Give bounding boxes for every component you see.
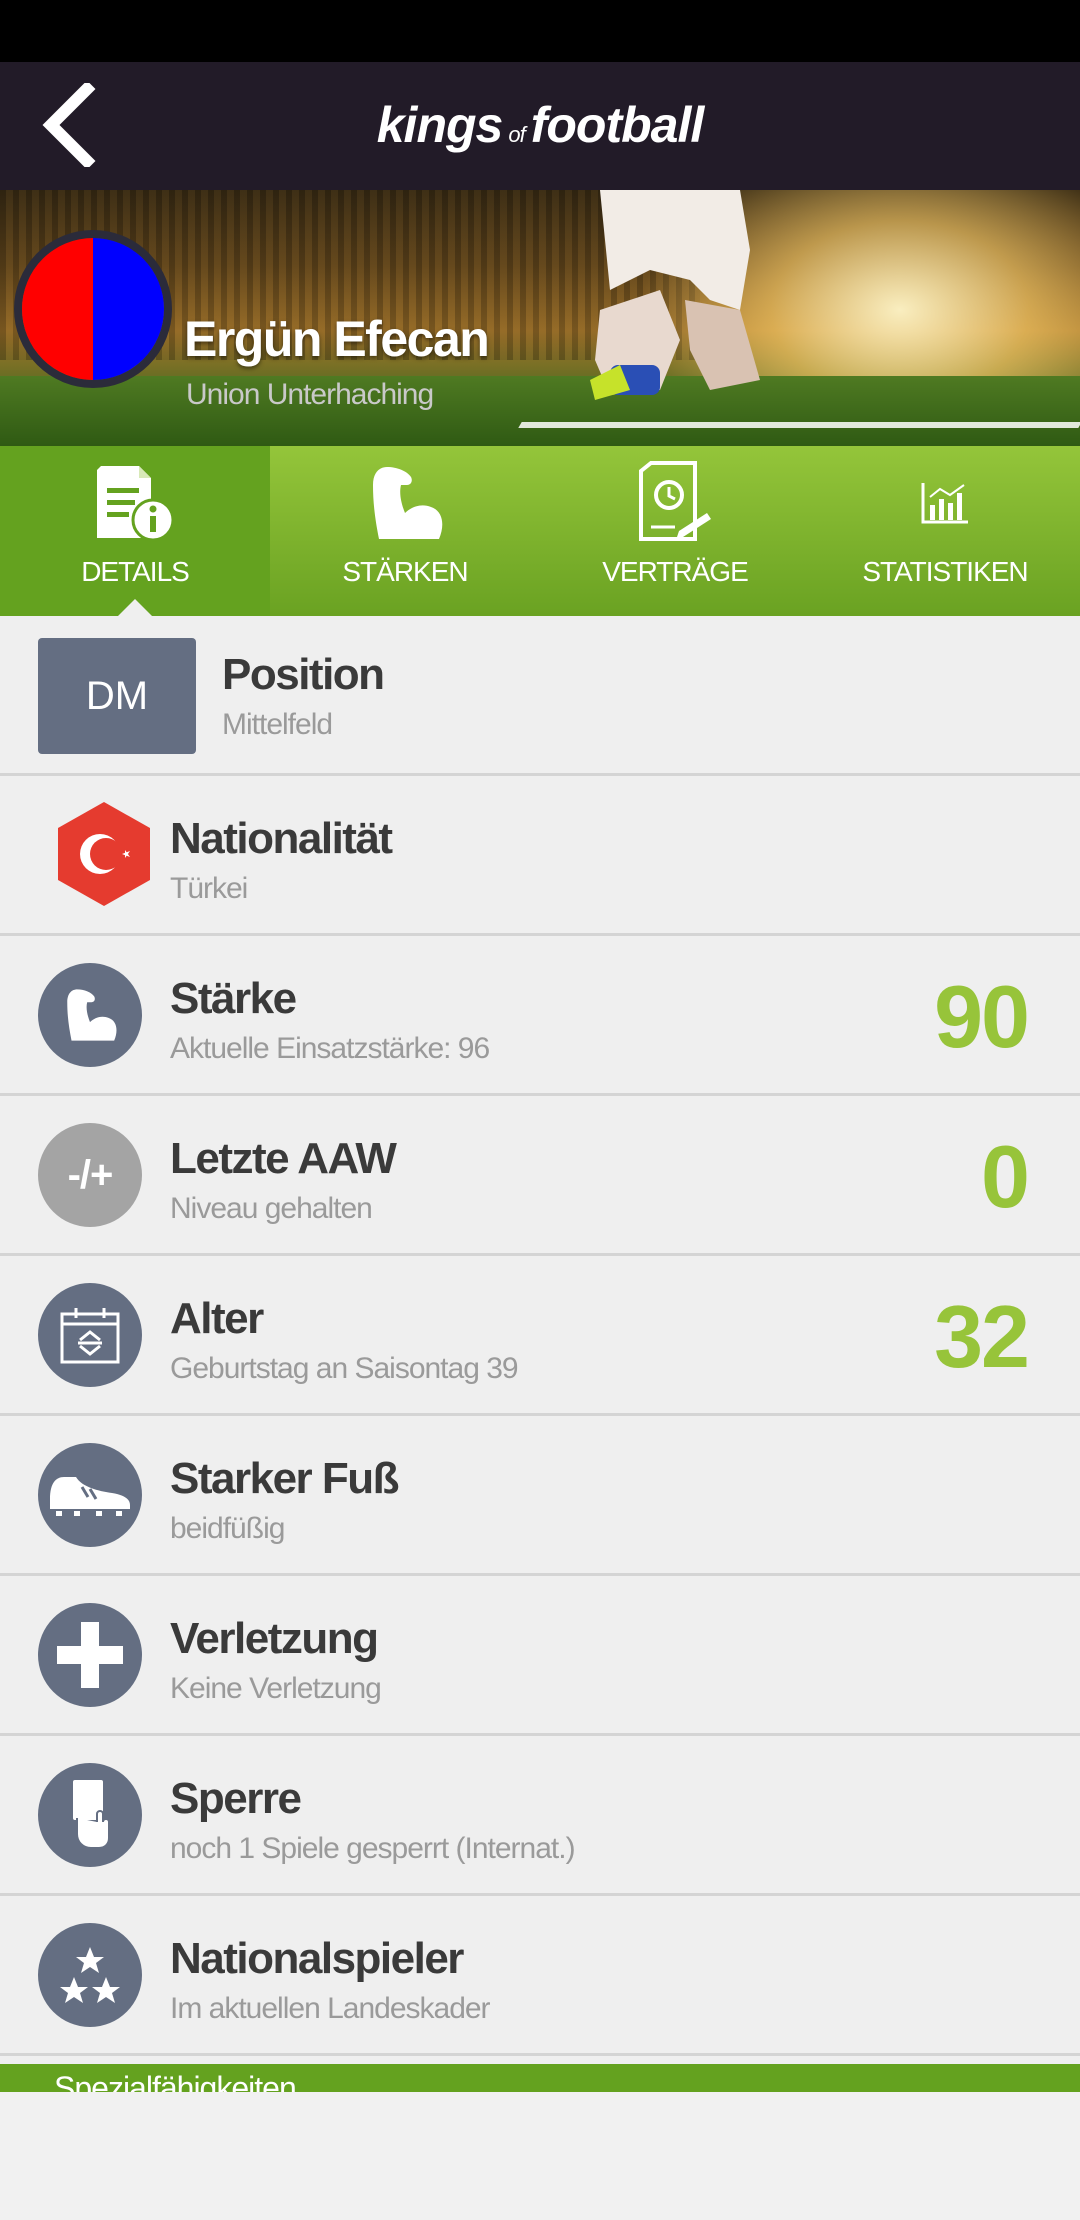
national-player-value: Im aktuellen Landeskader	[170, 1992, 491, 2025]
football-boot-icon	[50, 1477, 130, 1516]
suspension-value: noch 1 Spiele gesperrt (Internat.)	[170, 1832, 576, 1865]
injury-title: Verletzung	[170, 1614, 379, 1663]
player-club: Union Unterhaching	[186, 378, 434, 411]
status-bar	[0, 0, 1080, 62]
tab-contracts[interactable]: VERTRÄGE	[540, 446, 810, 616]
tab-details[interactable]: DETAILS	[0, 446, 270, 617]
logo-text-football: football	[530, 97, 705, 153]
bottom-area	[0, 2092, 1080, 2220]
strong-foot-title: Starker Fuß	[170, 1454, 400, 1503]
age-icon-circle	[38, 1283, 142, 1387]
strength-value: 90	[934, 967, 1030, 1066]
detail-row-strength[interactable]: Stärke Aktuelle Einsatzstärke: 96 90	[0, 936, 1080, 1096]
player-silhouette	[590, 190, 760, 400]
player-name: Ergün Efecan	[184, 311, 490, 367]
last-aaw-title: Letzte AAW	[170, 1134, 397, 1183]
detail-row-injury[interactable]: Verletzung Keine Verletzung	[0, 1576, 1080, 1736]
special-abilities-label: Spezialfähigkeiten	[54, 2070, 297, 2092]
pitch-line	[518, 422, 1080, 428]
age-title: Alter	[170, 1294, 264, 1343]
document-info-icon	[97, 466, 175, 542]
tab-bar: DETAILS STÄRKEN VERTRÄGE STATISTIKEN	[0, 446, 1080, 617]
tab-contracts-label: VERTRÄGE	[602, 556, 749, 587]
detail-row-position[interactable]: DM Position Mittelfeld	[0, 616, 1080, 776]
muscle-icon	[67, 989, 117, 1041]
calendar-icon	[60, 1308, 120, 1364]
logo-text-kings: kings	[376, 97, 504, 153]
detail-row-nationality[interactable]: Nationalität Türkei	[0, 776, 1080, 936]
nationality-value: Türkei	[170, 872, 248, 905]
strength-title: Stärke	[170, 974, 297, 1023]
three-stars-icon	[60, 1947, 120, 2003]
special-abilities-header[interactable]: Spezialfähigkeiten	[0, 2064, 1080, 2092]
suspension-icon-circle	[38, 1763, 142, 1867]
position-badge: DM	[38, 638, 196, 754]
strong-foot-value: beidfüßig	[170, 1512, 285, 1545]
app-logo: kings of football	[0, 96, 1080, 154]
age-value: 32	[934, 1287, 1030, 1386]
injury-value: Keine Verletzung	[170, 1672, 382, 1705]
card-hand-icon	[73, 1780, 110, 1849]
logo-text-of: of	[508, 122, 525, 147]
position-title: Position	[222, 650, 385, 699]
detail-row-age[interactable]: Alter Geburtstag an Saisontag 39 32	[0, 1256, 1080, 1416]
strength-icon-circle	[38, 963, 142, 1067]
age-subtitle: Geburtstag an Saisontag 39	[170, 1352, 519, 1385]
national-player-title: Nationalspieler	[170, 1934, 464, 1983]
tab-statistics-label: STATISTIKEN	[862, 556, 1028, 587]
tab-strengths[interactable]: STÄRKEN	[270, 446, 540, 616]
app-bar: kings of football	[0, 62, 1080, 190]
muscle-icon	[373, 467, 443, 539]
details-list: DM Position Mittelfeld Nationalität Türk…	[0, 616, 1080, 2056]
position-value: Mittelfeld	[222, 708, 333, 741]
detail-row-strong-foot[interactable]: Starker Fuß beidfüßig	[0, 1416, 1080, 1576]
detail-row-national-player[interactable]: Nationalspieler Im aktuellen Landeskader	[0, 1896, 1080, 2056]
medical-cross-icon	[57, 1622, 123, 1688]
plus-minus-icon-text: -/+	[67, 1152, 114, 1197]
team-badge	[14, 230, 172, 388]
suspension-title: Sperre	[170, 1774, 302, 1823]
nationality-title: Nationalität	[170, 814, 393, 863]
last-aaw-subtitle: Niveau gehalten	[170, 1192, 373, 1225]
detail-row-last-aaw[interactable]: -/+ Letzte AAW Niveau gehalten 0	[0, 1096, 1080, 1256]
tab-strengths-label: STÄRKEN	[342, 556, 468, 587]
last-aaw-value: 0	[981, 1127, 1030, 1226]
national-player-icon-circle	[38, 1923, 142, 2027]
tab-details-label: DETAILS	[81, 556, 190, 587]
plus-minus-icon: -/+	[38, 1123, 142, 1227]
chart-icon	[921, 483, 968, 524]
injury-icon-circle	[38, 1603, 142, 1707]
contract-icon	[639, 461, 711, 541]
detail-row-suspension[interactable]: Sperre noch 1 Spiele gesperrt (Internat.…	[0, 1736, 1080, 1896]
turkey-flag-icon	[58, 802, 150, 906]
strength-subtitle: Aktuelle Einsatzstärke: 96	[170, 1032, 490, 1065]
pitch-grass	[0, 376, 1080, 446]
player-header: Ergün Efecan Union Unterhaching	[0, 190, 1080, 446]
tab-statistics[interactable]: STATISTIKEN	[810, 446, 1080, 616]
foot-icon-circle	[38, 1443, 142, 1547]
